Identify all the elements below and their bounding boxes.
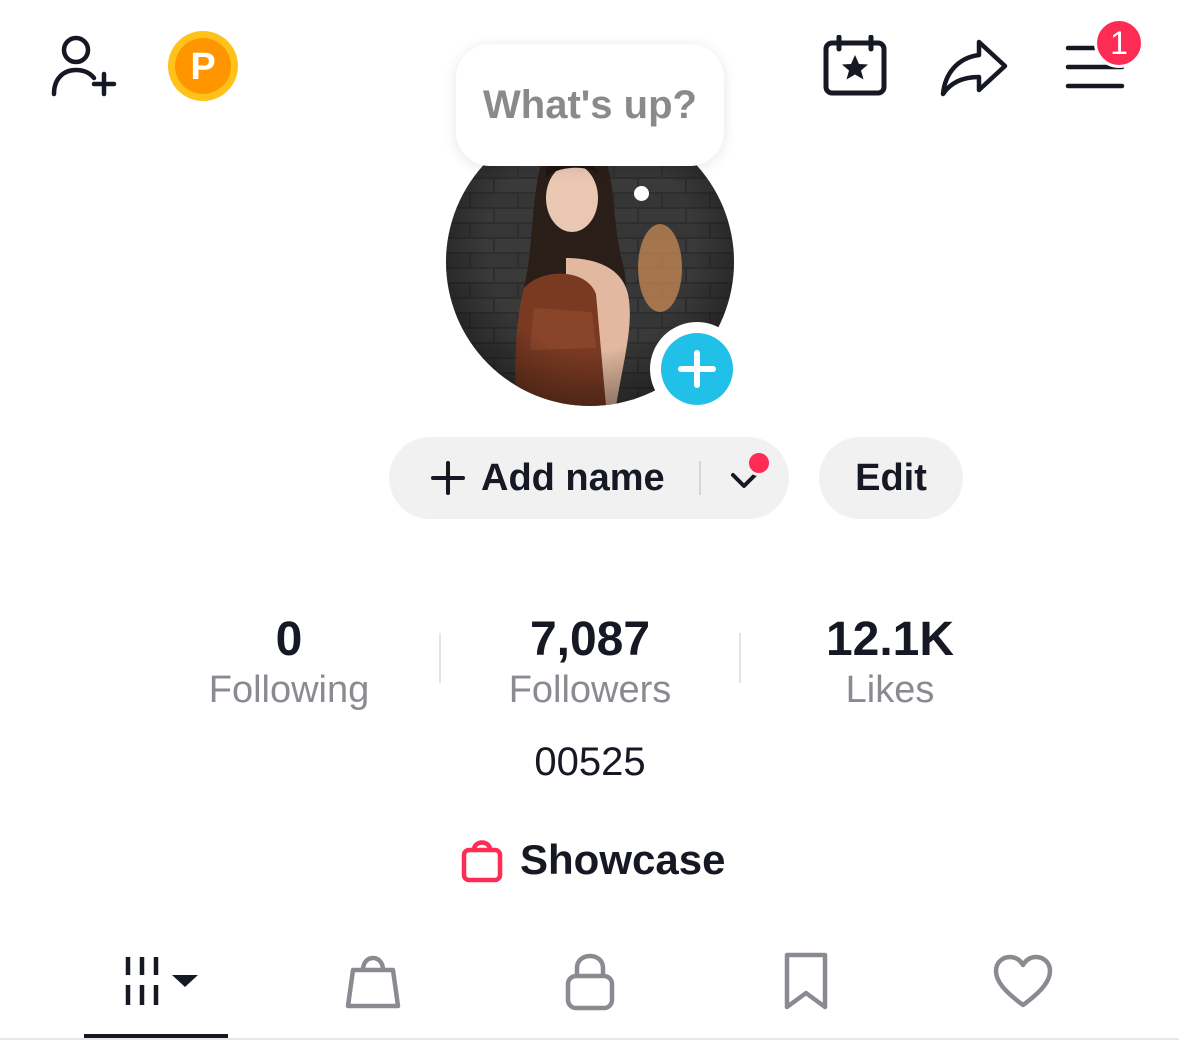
status-bubble-tail xyxy=(634,186,649,201)
add-avatar-circle xyxy=(661,333,733,405)
pill-divider xyxy=(699,461,701,495)
add-name-button[interactable]: Add name xyxy=(389,437,789,519)
tab-videos[interactable] xyxy=(100,945,212,1017)
lock-icon xyxy=(565,953,615,1011)
following-stat[interactable]: 0 Following xyxy=(139,612,439,712)
add-name-label: Add name xyxy=(481,456,665,499)
heart-icon xyxy=(993,954,1053,1008)
tab-shop[interactable] xyxy=(332,945,414,1017)
calendar-star-icon xyxy=(823,35,887,96)
likes-label: Likes xyxy=(845,669,935,711)
shopping-bag-icon xyxy=(345,955,401,1009)
share-button[interactable] xyxy=(938,34,1010,100)
plus-icon xyxy=(678,350,716,388)
status-bubble[interactable]: What's up? xyxy=(456,44,724,166)
share-arrow-icon xyxy=(940,39,1008,97)
following-count: 0 xyxy=(275,613,303,666)
coin-letter: P xyxy=(190,46,215,88)
followers-count: 7,087 xyxy=(529,613,651,666)
likes-stat[interactable]: 12.1K Likes xyxy=(740,612,1040,712)
tab-liked[interactable] xyxy=(982,945,1064,1017)
bookmark-icon xyxy=(784,952,828,1010)
edit-label: Edit xyxy=(855,456,927,499)
likes-count: 12.1K xyxy=(825,613,955,666)
tab-saved[interactable] xyxy=(765,945,847,1017)
tab-bar-divider xyxy=(0,1038,1179,1040)
followers-label: Followers xyxy=(508,669,672,711)
new-indicator-dot xyxy=(746,450,772,476)
plus-icon xyxy=(431,461,465,495)
following-label: Following xyxy=(208,669,370,711)
shopping-bag-icon xyxy=(461,840,503,883)
menu-notification-badge: 1 xyxy=(1094,18,1144,68)
person-plus-icon xyxy=(51,35,117,97)
add-avatar-button[interactable] xyxy=(650,322,744,416)
coin-icon: P xyxy=(168,31,238,101)
edit-profile-button[interactable]: Edit xyxy=(819,437,963,519)
showcase-label: Showcase xyxy=(520,836,726,883)
add-friend-button[interactable] xyxy=(44,30,124,102)
calendar-button[interactable] xyxy=(820,34,890,98)
profile-bio: 00525 xyxy=(534,740,646,784)
tab-private[interactable] xyxy=(549,945,631,1017)
coin-button[interactable]: P xyxy=(166,30,240,102)
grid-videos-icon xyxy=(125,957,198,1005)
showcase-link[interactable]: Showcase xyxy=(460,832,725,888)
followers-stat[interactable]: 7,087 Followers xyxy=(440,612,740,712)
